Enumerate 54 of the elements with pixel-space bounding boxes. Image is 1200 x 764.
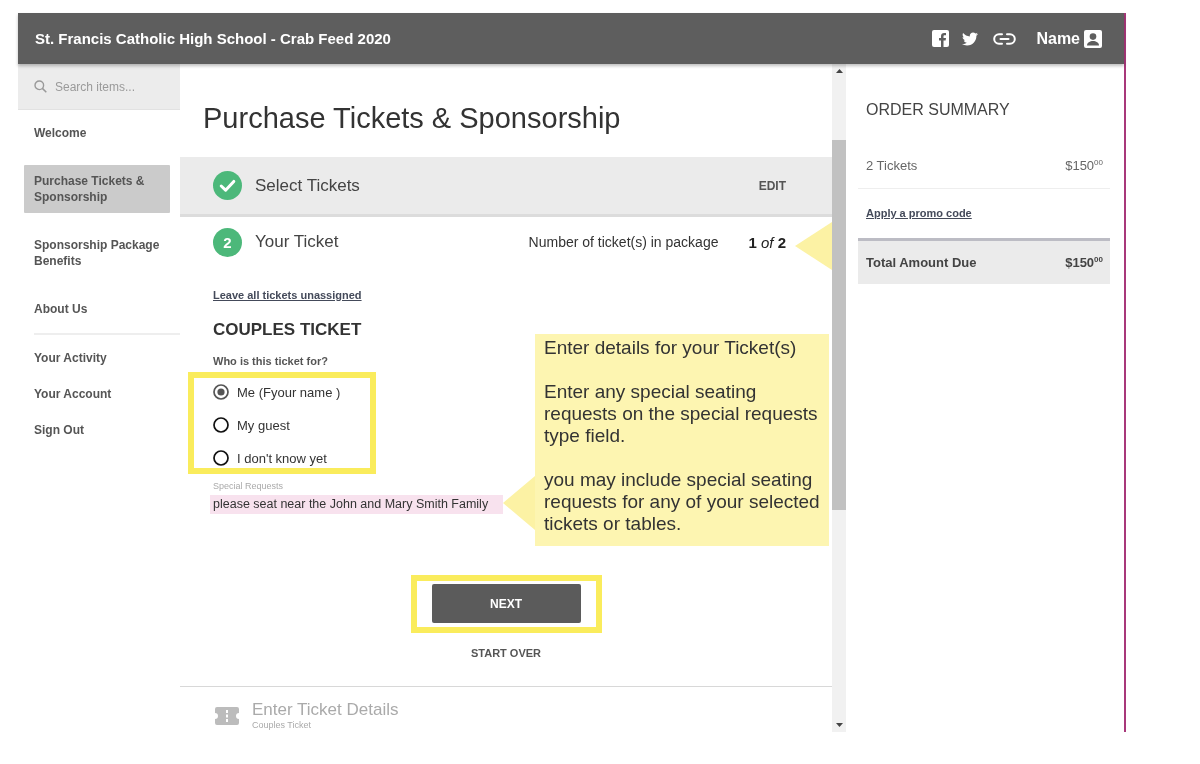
- nav-item[interactable]: Sign Out: [24, 414, 170, 446]
- radio-icon[interactable]: [213, 417, 229, 433]
- step-title: Enter Ticket Details: [252, 700, 399, 720]
- scrollbar-thumb[interactable]: [832, 140, 846, 510]
- line-amount: $150$^{00}$: [1065, 158, 1103, 174]
- ticket-count: 1 of 2: [748, 233, 786, 251]
- search-icon: [34, 80, 47, 93]
- line-label: 2 Tickets: [866, 158, 918, 174]
- bird-icon[interactable]: [962, 31, 979, 46]
- step-number: 2: [213, 227, 242, 257]
- unassign-link[interactable]: Leave all tickets unassigned: [213, 287, 362, 303]
- start-over-link[interactable]: START OVER: [470, 647, 542, 659]
- ticket-type-heading: COUPLES TICKET: [213, 320, 362, 340]
- radio-option[interactable]: I don't know yet: [213, 448, 370, 468]
- page-title: Purchase Tickets & Sponsorship: [203, 101, 621, 136]
- ticket-icon: [215, 706, 239, 725]
- callout-text: Enter details for your Ticket(s): [544, 337, 798, 359]
- radio-option[interactable]: Me (Fyour name ): [213, 382, 370, 402]
- promo-code-link[interactable]: Apply a promo code: [866, 206, 972, 220]
- scrollbar[interactable]: [832, 64, 846, 732]
- field-label: Special Requests: [213, 481, 284, 492]
- link-icon[interactable]: [993, 32, 1017, 45]
- radio-icon[interactable]: [213, 450, 229, 466]
- site-title: St. Francis Catholic High School - Crab Feed 2020: [35, 30, 391, 47]
- nav-item[interactable]: Your Activity: [24, 342, 170, 374]
- special-requests-field[interactable]: please seat near the John and Mary Smith Family: [210, 495, 503, 514]
- radio-icon[interactable]: [213, 384, 229, 400]
- account-link[interactable]: Name: [1036, 29, 1080, 48]
- nav-item[interactable]: Your Account: [24, 378, 170, 410]
- total-amount: $150$^{00}$: [1065, 255, 1103, 270]
- step-subtitle: Couples Ticket: [252, 720, 312, 731]
- facebook-icon[interactable]: [932, 30, 950, 47]
- nav-item[interactable]: Sponsorship Package Benefits: [24, 229, 170, 277]
- check-circle-icon: [213, 171, 242, 200]
- scroll-down-icon[interactable]: [835, 723, 843, 727]
- scroll-up-icon[interactable]: [835, 69, 843, 73]
- callout-text: Enter any special seating requests on the special requests type field.: [544, 381, 819, 447]
- radio-option[interactable]: My guest: [213, 415, 370, 435]
- count-label: Number of ticket(s) in package: [528, 234, 719, 250]
- callout-pointer-icon: [795, 222, 832, 270]
- total-label: Total Amount Due: [866, 255, 977, 270]
- search-field[interactable]: Search items...: [55, 79, 155, 94]
- step-title: Select Tickets: [255, 175, 360, 196]
- person-icon[interactable]: [1084, 29, 1102, 48]
- step-title: Your Ticket: [255, 232, 339, 252]
- nav-item[interactable]: Purchase Tickets & Sponsorship: [24, 165, 170, 213]
- nav-item[interactable]: Welcome: [24, 117, 170, 149]
- callout-text: you may include special seating requests for any of your selected tickets or tables.: [544, 469, 821, 535]
- edit-link[interactable]: EDIT: [758, 178, 786, 193]
- next-button[interactable]: NEXT: [431, 584, 581, 623]
- callout-pointer-icon: [503, 476, 535, 530]
- question-label: Who is this ticket for?: [213, 354, 328, 368]
- summary-title: ORDER SUMMARY: [865, 100, 1010, 120]
- nav-item[interactable]: About Us: [24, 293, 170, 325]
